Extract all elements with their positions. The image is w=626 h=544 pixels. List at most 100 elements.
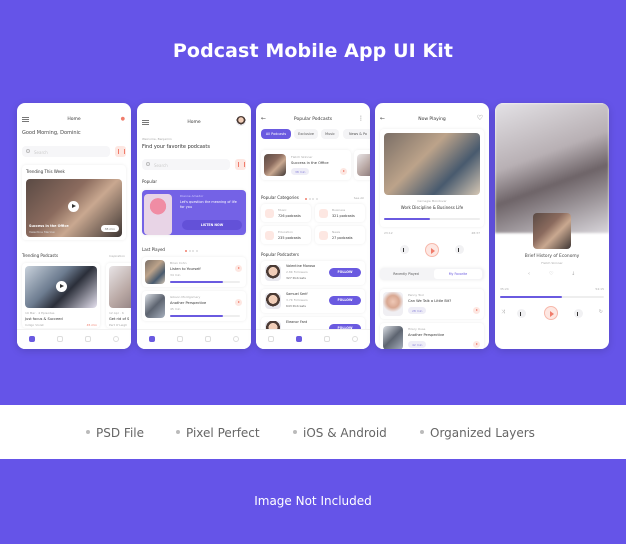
see-all-link[interactable]: See All bbox=[354, 196, 364, 200]
play-button[interactable] bbox=[68, 201, 79, 212]
mic-icon[interactable] bbox=[324, 336, 330, 342]
see-all-link[interactable]: Inspiration bbox=[109, 254, 125, 258]
briefcase-icon bbox=[319, 208, 328, 218]
share-icon[interactable]: ‹ bbox=[528, 271, 530, 277]
screen-now-playing: ← Now Playing ♡ Carnegie Mondover Work D… bbox=[375, 103, 489, 349]
podcast-card[interactable]: 12 Apr · 6 Get rid of S Pert O'Leigh bbox=[106, 263, 131, 328]
bottom-nav bbox=[17, 329, 131, 349]
podcaster-item[interactable]: Valentine Morosa 2.8K Followers 327 Podc… bbox=[261, 261, 365, 285]
carousel-dots bbox=[305, 185, 319, 200]
episode-item[interactable]: Penny Tool Can We Talk a Little Bit? 28 … bbox=[380, 289, 484, 319]
play-button[interactable] bbox=[340, 168, 347, 175]
category-business[interactable]: Business 321 podcasts bbox=[315, 204, 365, 222]
category-music[interactable]: Music 726 podcasts bbox=[261, 204, 311, 222]
shuffle-icon[interactable]: ⤨ bbox=[501, 309, 505, 315]
star-icon[interactable] bbox=[57, 336, 63, 342]
category-news[interactable]: News 27 podcasts bbox=[315, 226, 365, 244]
header-title: Home bbox=[67, 117, 81, 122]
search-input[interactable]: Search bbox=[142, 159, 230, 170]
episode-item[interactable]: Hilary Ouse Another Perspective 42 min bbox=[380, 323, 484, 349]
play-button[interactable] bbox=[56, 281, 67, 292]
heart-icon[interactable]: ♡ bbox=[477, 114, 483, 122]
follow-button[interactable]: FOLLOW bbox=[329, 268, 361, 277]
feature-organized-layers: Organized Layers bbox=[420, 426, 535, 440]
screen-home-1: Home ● Good Morning, Dominic Search Tren… bbox=[17, 103, 131, 349]
chip-all-podcasts[interactable]: All Podcasts bbox=[261, 129, 291, 139]
mic-icon[interactable] bbox=[205, 336, 211, 342]
total-time: 54:15 bbox=[595, 287, 604, 291]
last-played-item[interactable]: Brian Cohn Listen to Yourself 34 min bbox=[142, 257, 246, 287]
feature-ios-android: iOS & Android bbox=[293, 426, 387, 440]
episode-image: Success in the Office Valentine Marlow 3… bbox=[26, 179, 122, 237]
seek-bar[interactable] bbox=[384, 218, 480, 220]
popular-banner[interactable]: Dianne Amador Let's question the meaning… bbox=[142, 190, 246, 235]
mic-icon[interactable] bbox=[85, 336, 91, 342]
listen-now-button[interactable]: LISTEN NOW bbox=[182, 220, 242, 230]
tab-my-favorite[interactable]: My Favorite bbox=[434, 269, 482, 279]
last-played-item[interactable]: Gibson Montgomery Another Perspective 45… bbox=[142, 291, 246, 321]
search-input[interactable]: Search bbox=[22, 146, 110, 157]
avatar[interactable] bbox=[236, 116, 246, 126]
filter-button[interactable] bbox=[115, 146, 126, 157]
seek-bar[interactable] bbox=[500, 296, 604, 298]
section-title: Trending Podcasts bbox=[22, 253, 59, 258]
next-button[interactable] bbox=[574, 309, 583, 318]
play-button[interactable] bbox=[235, 265, 242, 272]
episode-artwork bbox=[384, 133, 480, 195]
star-icon[interactable] bbox=[296, 336, 302, 342]
download-icon[interactable]: ↓ bbox=[571, 271, 575, 277]
heart-icon[interactable]: ♡ bbox=[549, 271, 553, 277]
star-icon[interactable] bbox=[177, 336, 183, 342]
home-icon[interactable] bbox=[268, 336, 274, 342]
player-card: Carnegie Mondover Work Discipline & Busi… bbox=[380, 129, 484, 227]
chip-music[interactable]: Music bbox=[321, 129, 339, 139]
duration-badge: 38 min bbox=[100, 225, 119, 232]
episode-author: Fletch Skinner bbox=[541, 261, 563, 265]
header-title: Home bbox=[187, 120, 201, 125]
book-icon bbox=[265, 230, 274, 240]
filter-button[interactable] bbox=[235, 159, 246, 170]
banner-image bbox=[144, 194, 172, 235]
featured-podcast-card[interactable]: Fletch Skinner Success in the Office 38 … bbox=[261, 150, 351, 180]
previous-button[interactable] bbox=[517, 309, 526, 318]
follow-button[interactable]: FOLLOW bbox=[329, 296, 361, 305]
home-icon[interactable] bbox=[29, 336, 35, 342]
previous-button[interactable] bbox=[400, 245, 409, 254]
greeting: Good Morning, Dominic bbox=[22, 130, 81, 136]
home-icon[interactable] bbox=[149, 336, 155, 342]
podcast-card[interactable] bbox=[354, 150, 370, 180]
next-button[interactable] bbox=[455, 245, 464, 254]
repeat-icon[interactable]: ↻ bbox=[599, 309, 603, 315]
category-education[interactable]: Education 235 podcasts bbox=[261, 226, 311, 244]
play-button[interactable] bbox=[473, 307, 480, 314]
profile-icon[interactable] bbox=[113, 336, 119, 342]
play-button[interactable] bbox=[235, 299, 242, 306]
section-title: Trending This Week bbox=[26, 169, 65, 174]
tab-recently-played[interactable]: Recently Played bbox=[380, 272, 432, 276]
play-button[interactable] bbox=[473, 341, 480, 348]
play-button[interactable] bbox=[425, 243, 439, 257]
profile-icon[interactable] bbox=[233, 336, 239, 342]
avatar bbox=[265, 293, 281, 309]
notification-icon[interactable]: ● bbox=[121, 116, 125, 122]
header-title: Popular Podcasts bbox=[293, 117, 333, 122]
headline: Find your favorite podcasts bbox=[142, 144, 210, 150]
chip-exclusive[interactable]: Exclusive bbox=[294, 129, 318, 139]
trending-week-card[interactable]: Trending This Week Success in the Office… bbox=[22, 165, 126, 240]
chip-news[interactable]: News & Po bbox=[343, 129, 370, 139]
episode-image bbox=[383, 326, 403, 349]
carousel-dots bbox=[185, 237, 199, 252]
profile-icon[interactable] bbox=[352, 336, 358, 342]
progress-bar bbox=[170, 315, 240, 317]
elapsed-time: 23:12 bbox=[384, 231, 393, 235]
more-icon[interactable]: ⋮ bbox=[358, 115, 364, 122]
section-title: Last Played bbox=[142, 247, 165, 252]
episode-title: Brief History of Economy bbox=[524, 254, 580, 259]
podcast-card[interactable]: 19 Mar · 4 Episodes Just focus & Succeed… bbox=[22, 263, 100, 328]
podcaster-item[interactable]: Samuel Serif 3.7K Followers 643 Podcasts… bbox=[261, 289, 365, 313]
page-title: Podcast Mobile App UI Kit bbox=[172, 40, 454, 62]
header-title: Now Playing bbox=[418, 117, 446, 122]
tabs: Recently Played My Favorite bbox=[380, 268, 484, 280]
play-button[interactable] bbox=[544, 306, 558, 320]
episode-image bbox=[145, 260, 165, 284]
